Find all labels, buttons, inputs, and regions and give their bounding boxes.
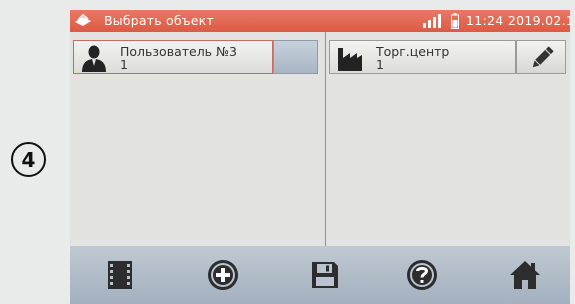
user-select-button[interactable]	[273, 40, 318, 74]
plus-circle-icon	[208, 260, 238, 290]
memory-button[interactable]	[95, 254, 145, 296]
battery-icon	[451, 13, 459, 29]
film-icon	[108, 261, 132, 289]
step-marker: 4	[11, 142, 46, 177]
user-icon	[82, 45, 106, 72]
status-date: 2019.02.11	[507, 13, 570, 28]
status-time: 11:24	[466, 13, 504, 28]
user-panel: Пользователь №3 1	[70, 32, 326, 246]
object-name: Торг.центр	[376, 44, 450, 59]
status-bar: Выбрать объект 11:24 2019.02.11	[70, 10, 570, 32]
object-card[interactable]: Торг.центр 1	[329, 40, 516, 74]
pencil-icon	[532, 46, 554, 68]
user-card[interactable]: Пользователь №3 1	[73, 40, 273, 74]
object-panel: Торг.центр 1	[326, 32, 570, 246]
screen-title: Выбрать объект	[104, 13, 214, 28]
status-datetime: 11:24 2019.02.11	[466, 13, 570, 28]
home-button[interactable]	[500, 254, 550, 296]
help-icon	[407, 260, 437, 290]
object-number: 1	[376, 57, 384, 72]
home-icon	[510, 261, 540, 289]
save-icon	[312, 262, 338, 288]
factory-icon	[338, 48, 362, 71]
user-number: 1	[120, 57, 128, 72]
device-screen: Выбрать объект 11:24 2019.02.11 Пользова…	[70, 10, 570, 304]
add-button[interactable]	[198, 254, 248, 296]
app-logo-icon	[75, 13, 91, 26]
user-name: Пользователь №3	[120, 44, 237, 59]
edit-object-button[interactable]	[516, 40, 566, 74]
signal-icon	[423, 14, 441, 28]
save-button[interactable]	[300, 254, 350, 296]
help-button[interactable]	[397, 254, 447, 296]
bottom-toolbar	[70, 246, 570, 304]
